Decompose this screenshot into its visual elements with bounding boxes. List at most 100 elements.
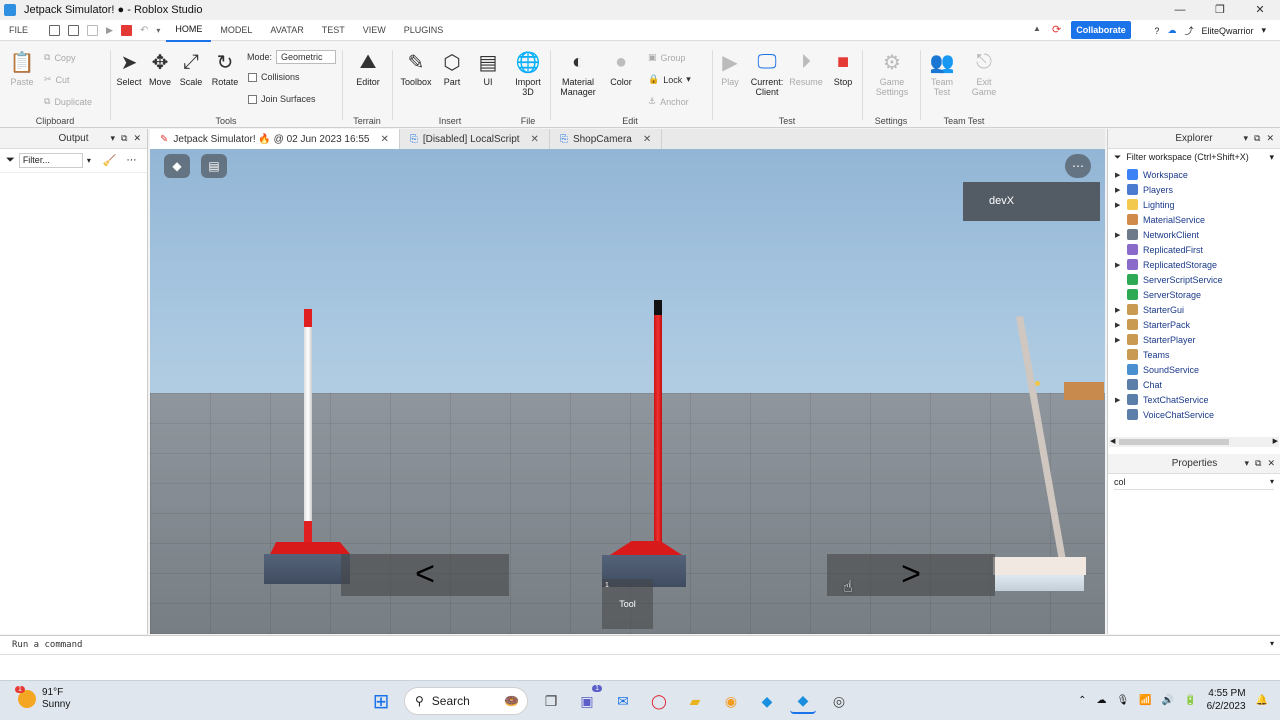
tab-shopcamera[interactable]: ⎘ ShopCamera ✕ <box>550 129 663 149</box>
tray-overflow-icon[interactable]: ⌃ <box>1078 695 1086 706</box>
close-tab-icon[interactable]: ✕ <box>380 134 388 145</box>
maximize-button[interactable]: ❐ <box>1200 0 1240 20</box>
join-surfaces-toggle[interactable]: Join Surfaces <box>248 94 316 104</box>
panel-undock-icon[interactable]: ⧉ <box>1254 133 1260 144</box>
scroll-right-icon[interactable]: ▶ <box>1273 437 1278 445</box>
play-small-icon[interactable]: ▶ <box>106 25 113 36</box>
chat-icon[interactable]: ▤ <box>201 154 227 178</box>
panel-undock-icon[interactable]: ⧉ <box>1255 458 1261 469</box>
opera-icon[interactable]: ◯ <box>646 688 672 714</box>
filter-dropdown-icon[interactable]: ▾ <box>1270 474 1274 490</box>
panel-menu-icon[interactable]: ▾ <box>1243 133 1248 144</box>
team-test-button[interactable]: 👥 Team Test <box>924 50 960 98</box>
file-menu[interactable]: FILE <box>0 20 37 41</box>
help-icon[interactable]: ? <box>1154 26 1159 36</box>
tab-avatar[interactable]: AVATAR <box>261 20 312 41</box>
expand-arrow-icon[interactable]: ▶ <box>1115 201 1127 209</box>
previous-item-button[interactable]: < <box>341 554 509 596</box>
explorer-horizontal-scrollbar[interactable]: ◀ ▶ <box>1109 437 1279 447</box>
panel-menu-icon[interactable]: ▾ <box>1244 458 1249 469</box>
roblox-studio-icon[interactable]: ◆ <box>754 688 780 714</box>
roblox-studio-active-icon[interactable]: ◆ <box>790 688 816 714</box>
share-icon[interactable]: ⤴ <box>1184 24 1193 37</box>
close-tab-icon[interactable]: ✕ <box>531 134 539 145</box>
explorer-item-textchatservice[interactable]: ▶ TextChatService <box>1108 392 1280 407</box>
tab-plugins[interactable]: PLUGINS <box>395 20 453 41</box>
panel-close-icon[interactable]: ✕ <box>1267 458 1275 469</box>
user-dropdown-icon[interactable]: ▾ <box>1261 25 1266 36</box>
explorer-item-teams[interactable]: Teams <box>1108 347 1280 362</box>
explorer-item-workspace[interactable]: ▶ Workspace <box>1108 167 1280 182</box>
stop-small-icon[interactable] <box>120 24 132 36</box>
obs-icon[interactable]: ◎ <box>826 688 852 714</box>
scrollbar-thumb[interactable] <box>1119 439 1229 445</box>
explorer-item-lighting[interactable]: ▶ Lighting <box>1108 197 1280 212</box>
tab-test[interactable]: TEST <box>313 20 354 41</box>
expand-arrow-icon[interactable]: ▶ <box>1115 396 1127 404</box>
panel-undock-icon[interactable]: ⧉ <box>121 133 127 144</box>
mail-icon[interactable]: ✉ <box>610 688 636 714</box>
collisions-toggle[interactable]: Collisions <box>248 72 300 82</box>
explorer-item-starterpack[interactable]: ▶ StarterPack <box>1108 317 1280 332</box>
move-button[interactable]: ✥ Move <box>146 50 174 88</box>
output-filter-input[interactable]: Filter... <box>18 153 83 168</box>
hotbar-tool-slot[interactable]: 1 Tool <box>602 579 653 629</box>
close-button[interactable]: ✕ <box>1240 0 1280 20</box>
collisions-checkbox[interactable] <box>248 72 257 82</box>
expand-arrow-icon[interactable]: ▶ <box>1115 231 1127 239</box>
file-explorer-icon[interactable]: ▰ <box>682 688 708 714</box>
tab-place[interactable]: ✎ Jetpack Simulator! 🔥 @ 02 Jun 2023 16:… <box>150 129 400 149</box>
ui-button[interactable]: ▤ UI <box>474 50 502 88</box>
volume-icon[interactable]: 🔊 <box>1162 695 1174 706</box>
more-options-icon[interactable]: ⋯ <box>127 155 137 166</box>
material-manager-button[interactable]: ◐ Material Manager <box>556 50 600 98</box>
color-button[interactable]: ● Color <box>606 50 636 88</box>
explorer-item-serverstorage[interactable]: ServerStorage <box>1108 287 1280 302</box>
clear-output-icon[interactable]: 🧹 <box>103 154 117 167</box>
collaborate-button[interactable]: Collaborate <box>1071 21 1131 39</box>
weather-widget[interactable]: 1 91°F Sunny <box>15 686 70 711</box>
task-view-icon[interactable]: ❐ <box>538 688 564 714</box>
cut-button[interactable]: ✂ Cut <box>44 74 70 85</box>
import-3d-button[interactable]: 🌐 Import 3D <box>510 50 546 98</box>
part-button[interactable]: ⬡ Part <box>438 50 466 88</box>
select-button[interactable]: ➤ Select <box>114 50 144 88</box>
panel-close-icon[interactable]: ✕ <box>1266 133 1274 144</box>
exit-game-button[interactable]: ⎋ Exit Game <box>966 50 1002 98</box>
explorer-item-chat[interactable]: Chat <box>1108 377 1280 392</box>
customize-icon[interactable]: ▾ <box>156 26 160 35</box>
filter-dropdown-icon[interactable]: ▾ <box>1269 152 1274 163</box>
lock-dropdown-icon[interactable]: ▾ <box>686 74 691 85</box>
tab-home[interactable]: HOME <box>166 19 212 42</box>
expand-arrow-icon[interactable]: ▶ <box>1115 321 1127 329</box>
scale-button[interactable]: ⤢ Scale <box>177 50 205 88</box>
tab-localscript[interactable]: ⎘ [Disabled] LocalScript ✕ <box>400 129 550 149</box>
roblox-menu-icon[interactable]: ◆ <box>164 154 190 178</box>
explorer-filter-input[interactable]: Filter workspace (Ctrl+Shift+X) <box>1126 152 1249 162</box>
stop-button[interactable]: ■ Stop <box>828 50 858 88</box>
windows-start-icon[interactable]: ⊞ <box>368 688 394 714</box>
expand-arrow-icon[interactable]: ▶ <box>1115 336 1127 344</box>
panel-close-icon[interactable]: ✕ <box>133 133 141 144</box>
taskbar-search[interactable]: ⚲ Search 🍩 <box>404 687 528 715</box>
terrain-editor-button[interactable]: ⛰ Editor <box>350 50 386 88</box>
toolbox-button[interactable]: ✎ Toolbox <box>398 50 434 88</box>
close-tab-icon[interactable]: ✕ <box>643 134 651 145</box>
explorer-item-soundservice[interactable]: SoundService <box>1108 362 1280 377</box>
chrome-canary-icon[interactable]: ◉ <box>718 688 744 714</box>
undo-icon[interactable]: ↶ <box>140 25 148 36</box>
expand-arrow-icon[interactable]: ▶ <box>1115 261 1127 269</box>
explorer-item-replicatedstorage[interactable]: ▶ ReplicatedStorage <box>1108 257 1280 272</box>
tab-model[interactable]: MODEL <box>211 20 261 41</box>
anchor-button[interactable]: ⚓ Anchor <box>648 96 689 107</box>
lock-button[interactable]: 🔒 Lock ▾ <box>648 74 691 85</box>
expand-arrow-icon[interactable]: ▶ <box>1115 171 1127 179</box>
notifications-icon[interactable]: 🔔 <box>1256 695 1268 706</box>
explorer-item-startergui[interactable]: ▶ StarterGui <box>1108 302 1280 317</box>
game-viewport[interactable]: ◆ ▤ ⋯ devX < > ☝ 1 Tool <box>150 149 1105 634</box>
redo-icon[interactable] <box>87 24 99 36</box>
clock[interactable]: 4:55 PM 6/2/2023 <box>1207 687 1246 713</box>
game-settings-button[interactable]: ⚙ Game Settings <box>872 50 912 98</box>
onedrive-icon[interactable]: ☁ <box>1097 695 1107 706</box>
properties-filter-input[interactable]: col ▾ <box>1114 474 1274 490</box>
